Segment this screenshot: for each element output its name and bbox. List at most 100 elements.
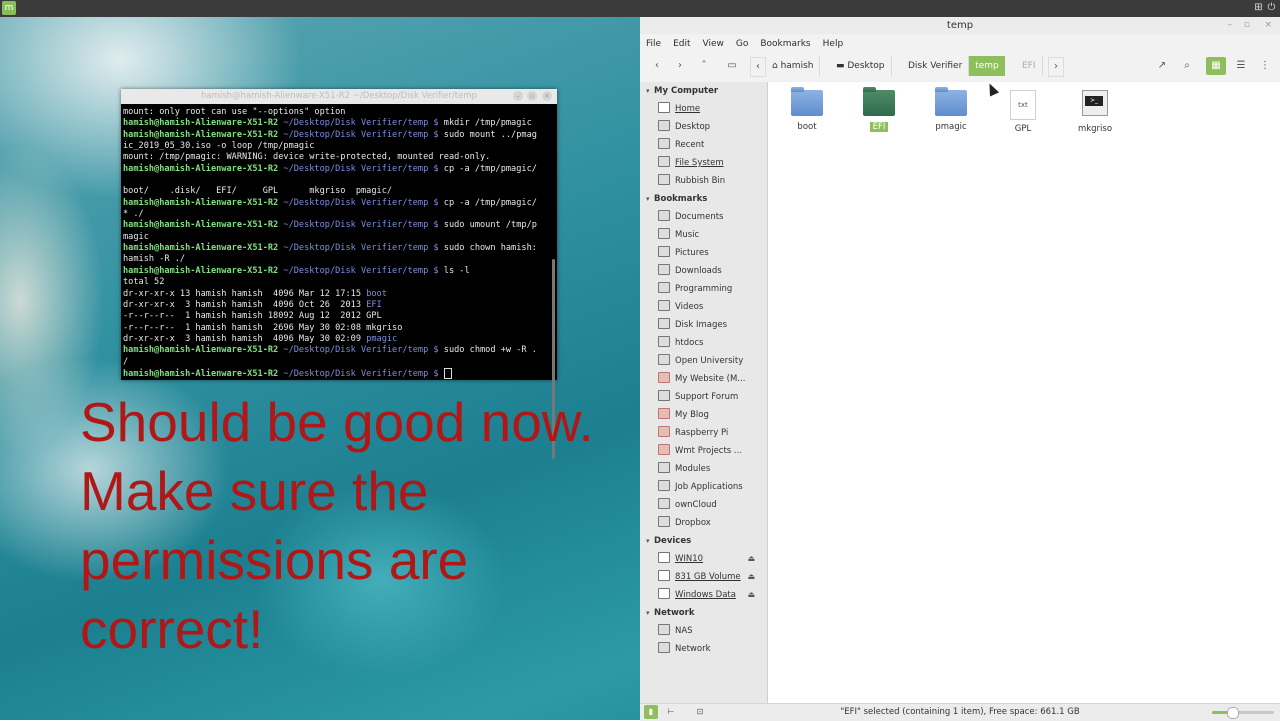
- fm-minimize-button[interactable]: –: [1228, 17, 1233, 34]
- power-icon[interactable]: ⏻: [1266, 2, 1277, 13]
- menu-edit[interactable]: Edit: [673, 39, 690, 49]
- section-bookmarks[interactable]: ▾ Bookmarks: [640, 190, 767, 208]
- terminal-line: -r--r--r-- 1 hamish hamish 2696 May 30 0…: [123, 322, 403, 333]
- menu-help[interactable]: Help: [823, 39, 844, 49]
- file-item-boot[interactable]: boot: [776, 87, 838, 132]
- caret-down-icon: ▾: [646, 609, 650, 617]
- section-my-computer[interactable]: ▾ My Computer: [640, 82, 767, 100]
- terminal-line: dr-xr-xr-x 3 hamish hamish 4096 May 30 0…: [123, 334, 557, 345]
- file-item-gpl[interactable]: txt GPL: [992, 90, 1054, 134]
- menu-go[interactable]: Go: [736, 39, 748, 49]
- up-icon[interactable]: ˄: [697, 57, 711, 75]
- command-text: sudo chmod +w -R .: [438, 345, 537, 356]
- sidebar-item-job-applications[interactable]: Job Applications: [640, 478, 767, 496]
- menu-bookmarks[interactable]: Bookmarks: [760, 39, 810, 49]
- sidebar-item-windows-data[interactable]: Windows Data ⏏: [640, 586, 767, 604]
- file-item-pmagic[interactable]: pmagic: [920, 87, 982, 132]
- sidebar-item-owncloud[interactable]: ownCloud: [640, 496, 767, 514]
- sidebar-item-modules[interactable]: Modules: [640, 460, 767, 478]
- sidebar-item-pictures[interactable]: Pictures: [640, 244, 767, 262]
- breadcrumb-hamish[interactable]: ⌂ hamish: [766, 56, 821, 76]
- sidebar-item-rubbish-bin[interactable]: Rubbish Bin: [640, 172, 767, 190]
- terminal-line: * ./: [123, 209, 144, 220]
- breadcrumb-disk-verifier[interactable]: Disk Verifier: [902, 56, 970, 76]
- sidebar-item-wmt-projects[interactable]: Wmt Projects ...: [640, 442, 767, 460]
- section-devices[interactable]: ▾ Devices: [640, 532, 767, 550]
- breadcrumb-efi[interactable]: EFI: [1016, 56, 1043, 76]
- terminal-line: hamish -R ./: [123, 254, 186, 265]
- file-label: EFI: [869, 122, 889, 132]
- sidebar-item-831-gb-volume[interactable]: 831 GB Volume ⏏: [640, 568, 767, 586]
- sidebar-item-label: Downloads: [675, 266, 722, 276]
- file-item-efi[interactable]: EFI: [848, 87, 910, 132]
- file-manager-window[interactable]: temp – ▫ × File Edit View Go Bookmarks H…: [640, 17, 1280, 721]
- prompt-user: hamish@hamish-Alienware-X51-R2: [123, 197, 279, 208]
- forward-icon[interactable]: ›: [673, 57, 687, 75]
- sidebar-item-documents[interactable]: Documents: [640, 208, 767, 226]
- breadcrumb-desktop[interactable]: ▬ Desktop: [830, 56, 892, 76]
- crumb-left-icon[interactable]: ‹: [750, 57, 766, 77]
- menu-file[interactable]: File: [646, 39, 661, 49]
- sidebar-item-htdocs[interactable]: htdocs: [640, 334, 767, 352]
- terminal-output[interactable]: mount: only root can use "--options" opt…: [121, 104, 557, 380]
- sidebar-item-support-forum[interactable]: Support Forum: [640, 388, 767, 406]
- sidebar-item-recent[interactable]: Recent: [640, 136, 767, 154]
- minimize-button[interactable]: –: [513, 91, 523, 101]
- section-network[interactable]: ▾ Network: [640, 604, 767, 622]
- sidebar-item-win10[interactable]: WIN10 ⏏: [640, 550, 767, 568]
- sidebar-item-programming[interactable]: Programming: [640, 280, 767, 298]
- icon-view-icon[interactable]: ▦: [1206, 57, 1226, 75]
- open-terminal-icon[interactable]: ↗: [1152, 57, 1172, 75]
- fm-titlebar[interactable]: temp – ▫ ×: [640, 17, 1280, 34]
- compact-view-icon[interactable]: ⋮: [1255, 57, 1275, 75]
- home-icon: ⌂: [772, 61, 781, 71]
- sidebar-item-label: My Website (M...: [675, 374, 746, 384]
- terminal-window[interactable]: hamish@hamish-Alienware-X51-R2 ~/Desktop…: [121, 89, 557, 459]
- file-grid[interactable]: boot EFI pmagic txt GPL mkgriso: [768, 82, 1280, 704]
- sidebar-item-home[interactable]: Home: [640, 100, 767, 118]
- folder-icon: [863, 87, 895, 116]
- sidebar-item-nas[interactable]: NAS: [640, 622, 767, 640]
- caret-down-icon: ▾: [646, 537, 650, 545]
- sidebar-item-label: Music: [675, 230, 700, 240]
- toggle-location-icon[interactable]: ▭: [725, 57, 739, 75]
- sidebar-item-dropbox[interactable]: Dropbox: [640, 514, 767, 532]
- sidebar-item-file-system[interactable]: File System: [640, 154, 767, 172]
- terminal-line: dr-xr-xr-x 13 hamish hamish 4096 Mar 12 …: [123, 289, 557, 300]
- sidebar-item-disk-images[interactable]: Disk Images: [640, 316, 767, 334]
- sidebar-item-videos[interactable]: Videos: [640, 298, 767, 316]
- web-bookmark-icon: [658, 426, 670, 437]
- sidebar-item-my-blog[interactable]: My Blog: [640, 406, 767, 424]
- crumb-right-icon[interactable]: ›: [1048, 57, 1064, 77]
- close-button[interactable]: ×: [542, 91, 552, 101]
- sidebar-item-desktop[interactable]: Desktop: [640, 118, 767, 136]
- fm-toolbar: ‹ › ˄ ▭ ‹ ⌂ hamish ▬ Desktop Disk Verifi…: [640, 54, 1280, 78]
- file-item-mkgriso[interactable]: mkgriso: [1064, 90, 1126, 134]
- search-icon[interactable]: ⌕: [1177, 57, 1197, 75]
- maximize-button[interactable]: ▫: [527, 91, 537, 101]
- list-view-icon[interactable]: ☰: [1231, 57, 1251, 75]
- terminal-titlebar[interactable]: hamish@hamish-Alienware-X51-R2 ~/Desktop…: [121, 89, 557, 104]
- network-icon: [658, 642, 670, 653]
- eject-icon[interactable]: ⏏: [747, 586, 755, 604]
- zoom-slider[interactable]: [1212, 707, 1274, 719]
- fm-maximize-button[interactable]: ▫: [1244, 17, 1250, 34]
- top-panel: m ⊞ ⏻: [0, 0, 1280, 17]
- sidebar-item-open-university[interactable]: Open University: [640, 352, 767, 370]
- eject-icon[interactable]: ⏏: [747, 550, 755, 568]
- sidebar-item-downloads[interactable]: Downloads: [640, 262, 767, 280]
- drive-icon: [658, 588, 670, 599]
- sidebar-item-network[interactable]: Network: [640, 640, 767, 658]
- mint-menu-icon[interactable]: m: [2, 1, 16, 15]
- fm-close-button[interactable]: ×: [1264, 17, 1272, 34]
- breadcrumb-temp[interactable]: temp: [969, 56, 1005, 76]
- zoom-knob[interactable]: [1227, 707, 1240, 719]
- menu-view[interactable]: View: [703, 39, 724, 49]
- eject-icon[interactable]: ⏏: [747, 568, 755, 586]
- back-icon[interactable]: ‹: [650, 57, 664, 75]
- sidebar-item-raspberry-pi[interactable]: Raspberry Pi: [640, 424, 767, 442]
- workspace-icon[interactable]: ⊞: [1253, 2, 1264, 13]
- sidebar-item-my-website-m[interactable]: My Website (M...: [640, 370, 767, 388]
- sidebar-item-music[interactable]: Music: [640, 226, 767, 244]
- folder-icon: [658, 462, 670, 473]
